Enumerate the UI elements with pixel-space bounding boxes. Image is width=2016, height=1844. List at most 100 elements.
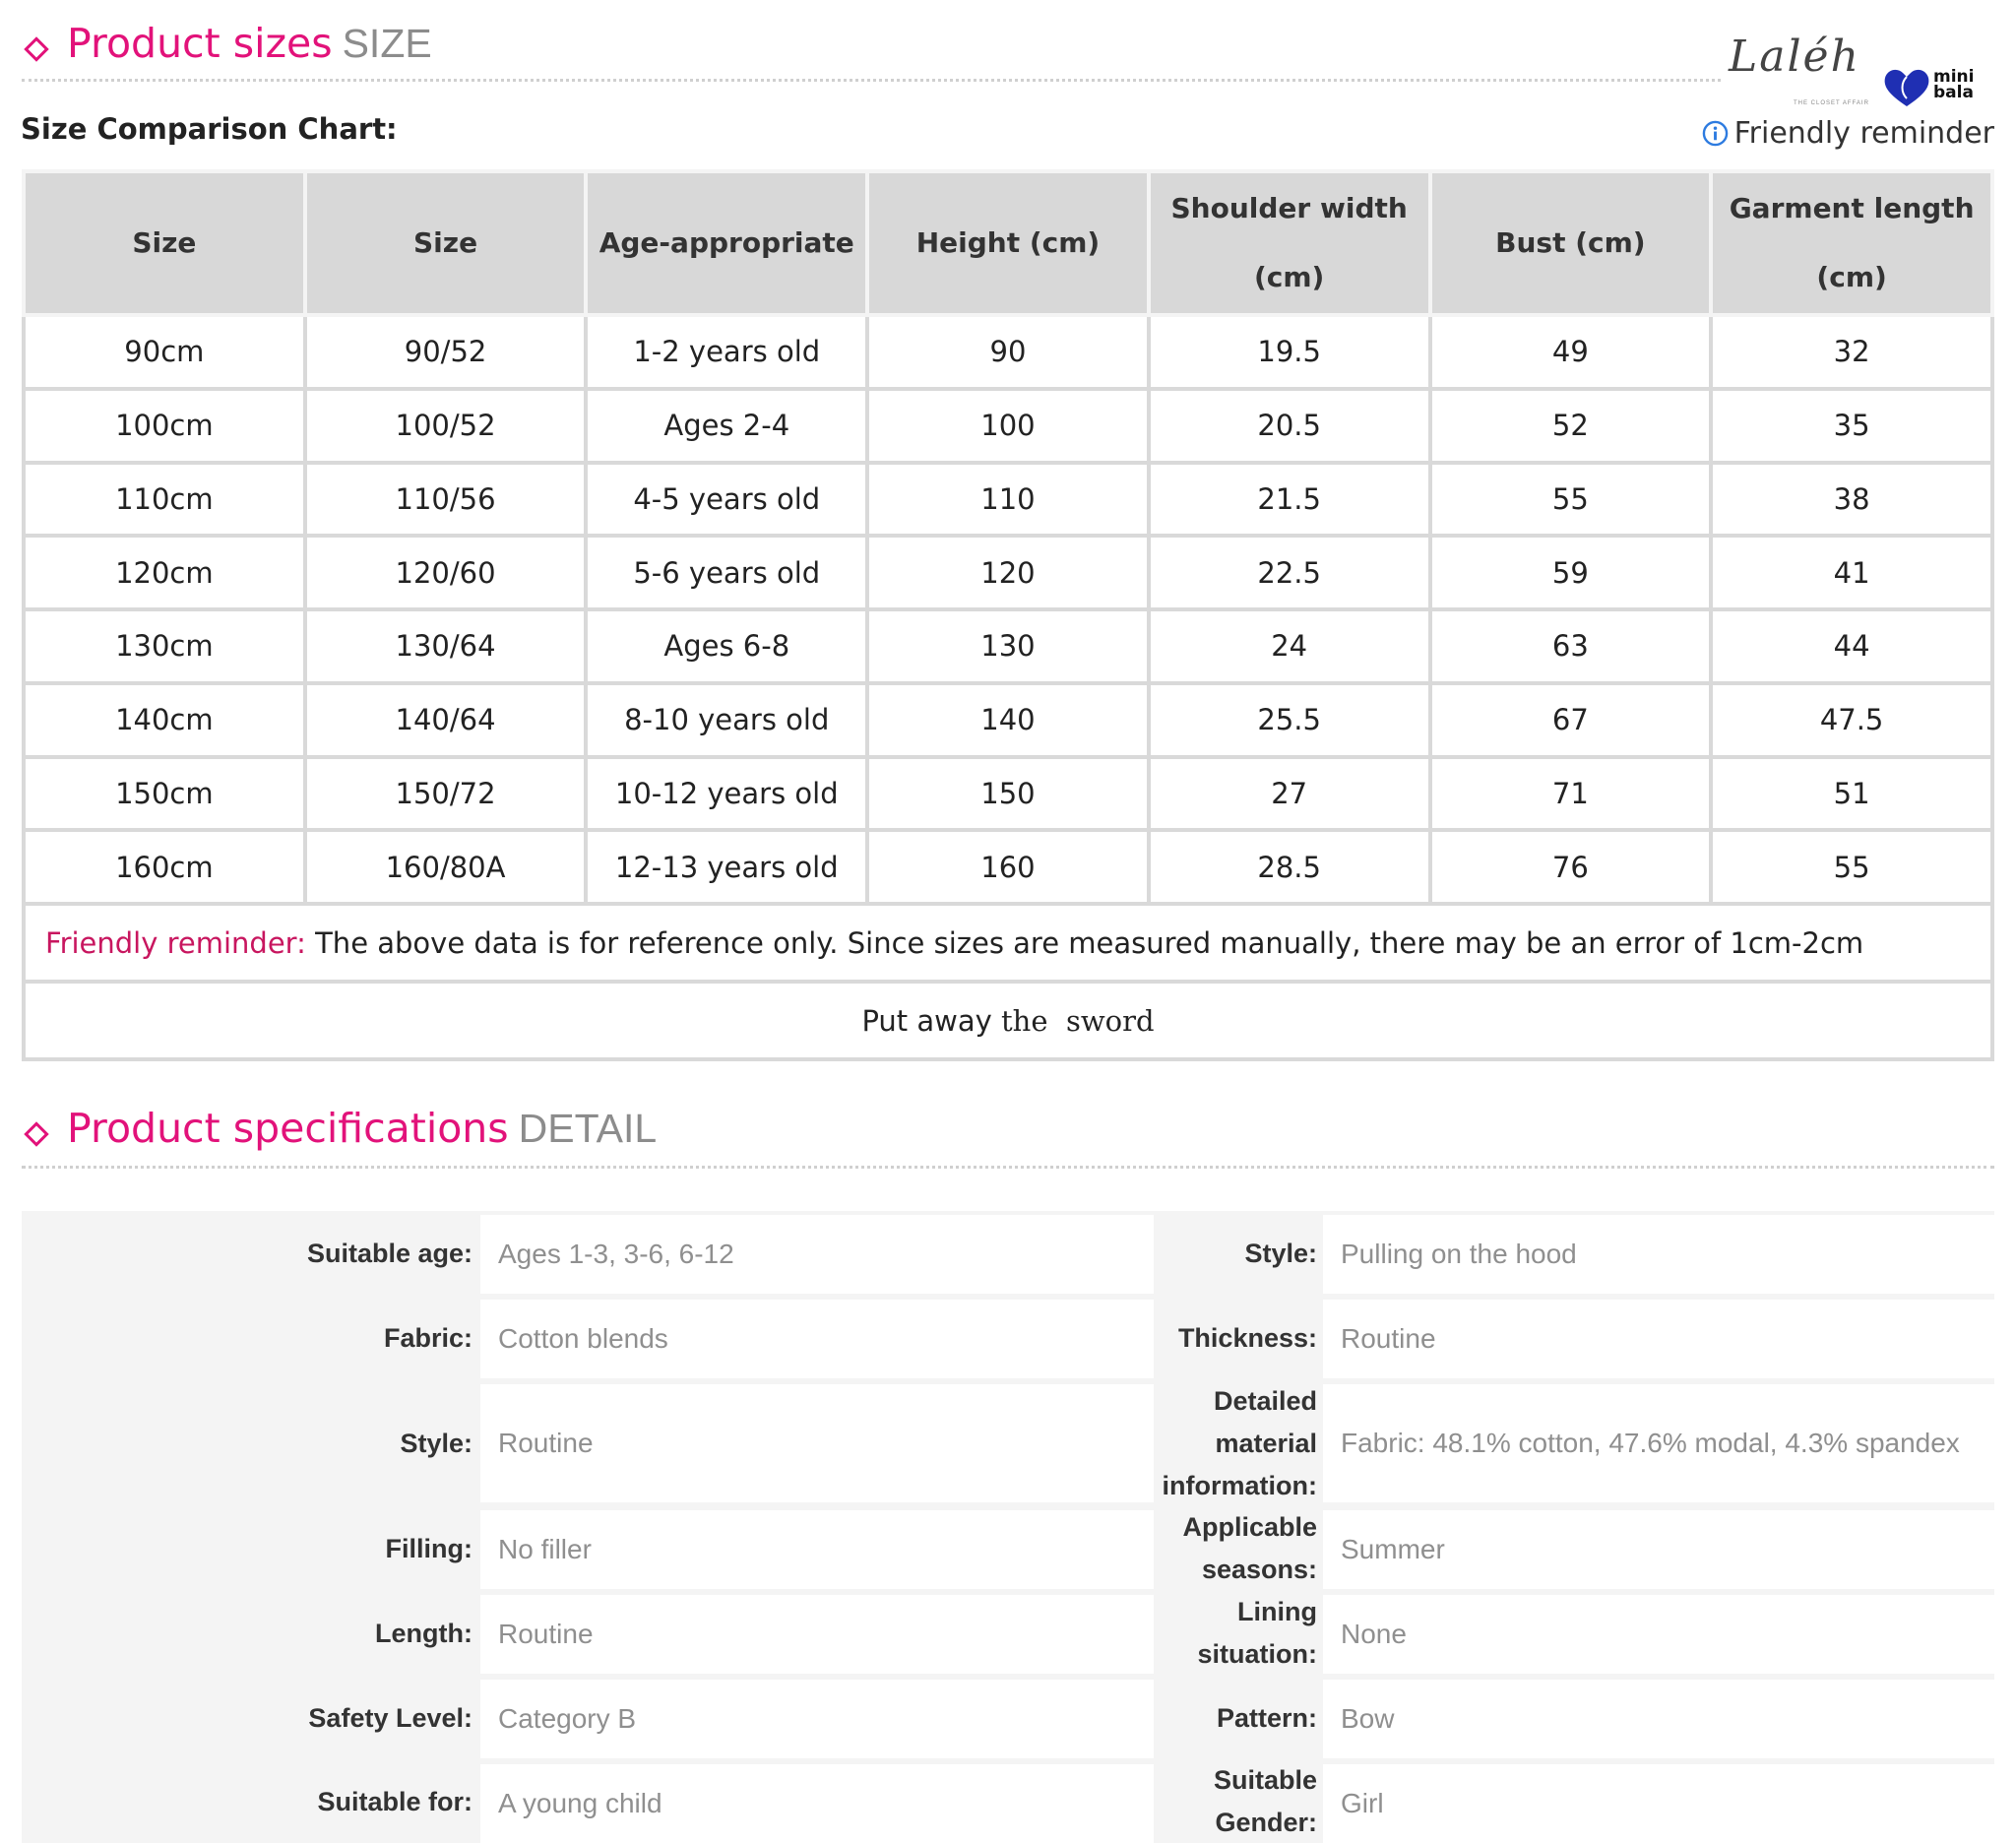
table-cell: 150cm xyxy=(22,754,307,833)
table-cell: 100 xyxy=(865,386,1151,465)
footer-text-b: the sword xyxy=(1001,1003,1155,1038)
table-cell: 71 xyxy=(1427,754,1714,833)
header-size-cm: Size xyxy=(22,169,307,317)
spec-label: Safety Level: xyxy=(308,1702,472,1733)
spec-label: Detailed material information: xyxy=(1162,1385,1317,1500)
table-cell: 130 xyxy=(865,607,1151,685)
header-height: Height (cm) xyxy=(865,169,1151,317)
table-cell: 32 xyxy=(1709,313,1994,391)
spec-value: Ages 1-3, 3-6, 6-12 xyxy=(480,1215,1154,1294)
brand-script: Laléh xyxy=(1729,32,1860,82)
header-age: Age-appropriate xyxy=(584,169,870,317)
spec-section-header: Product specifications DETAIL xyxy=(22,1105,657,1152)
friendly-reminder-link[interactable]: Friendly reminder xyxy=(1702,116,1994,151)
table-cell: 120/60 xyxy=(302,534,589,612)
spec-value: Routine xyxy=(480,1384,1154,1502)
table-cell: 21.5 xyxy=(1146,460,1432,539)
table-cell: 5-6 years old xyxy=(584,534,870,612)
table-cell: 27 xyxy=(1146,754,1432,833)
table-row: 110cm 110/56 4-5 years old 110 21.5 55 3… xyxy=(22,460,1994,539)
spec-value: Girl xyxy=(1323,1764,1994,1843)
table-cell: 47.5 xyxy=(1709,680,1994,759)
spec-title: Product specifications xyxy=(67,1105,509,1152)
brand-mini-text: mini bala xyxy=(1933,67,1975,102)
table-cell: 12-13 years old xyxy=(584,828,870,907)
table-cell: 52 xyxy=(1427,386,1714,465)
table-cell: 38 xyxy=(1709,460,1994,539)
info-icon xyxy=(1702,120,1728,147)
table-cell: 67 xyxy=(1427,680,1714,759)
table-cell: 90/52 xyxy=(302,313,589,391)
spec-value: Fabric: 48.1% cotton, 47.6% modal, 4.3% … xyxy=(1323,1384,1994,1502)
table-row: 140cm 140/64 8-10 years old 140 25.5 67 … xyxy=(22,680,1994,759)
table-cell: 120 xyxy=(865,534,1151,612)
table-row: 150cm 150/72 10-12 years old 150 27 71 5… xyxy=(22,754,1994,833)
table-cell: 160cm xyxy=(22,828,307,907)
spec-value: Cotton blends xyxy=(480,1300,1154,1378)
spec-subtitle: DETAIL xyxy=(518,1106,658,1151)
table-cell: 8-10 years old xyxy=(584,680,870,759)
table-cell: 20.5 xyxy=(1146,386,1432,465)
spec-label: Thickness: xyxy=(1177,1322,1317,1353)
table-cell: 160/80A xyxy=(302,828,589,907)
table-cell: Ages 6-8 xyxy=(584,607,870,685)
table-row: 130cm 130/64 Ages 6-8 130 24 63 44 xyxy=(22,607,1994,685)
table-cell: 55 xyxy=(1427,460,1714,539)
table-cell: 110 xyxy=(865,460,1151,539)
spec-value: Bow xyxy=(1323,1680,1994,1758)
table-cell: 22.5 xyxy=(1146,534,1432,612)
table-cell: 19.5 xyxy=(1146,313,1432,391)
table-cell: 150 xyxy=(865,754,1151,833)
table-cell: 90 xyxy=(865,313,1151,391)
spec-label: Style: xyxy=(1244,1238,1317,1268)
spec-label: Filling: xyxy=(385,1533,472,1563)
diamond-icon xyxy=(24,1121,49,1147)
heart-logo-icon xyxy=(1884,69,1929,106)
table-cell: 44 xyxy=(1709,607,1994,685)
size-note: Friendly reminder: The above data is for… xyxy=(22,902,1994,984)
table-row: 120cm 120/60 5-6 years old 120 22.5 59 4… xyxy=(22,534,1994,612)
spec-value: No filler xyxy=(480,1510,1154,1589)
table-cell: 24 xyxy=(1146,607,1432,685)
header-size-code: Size xyxy=(302,169,589,317)
table-cell: 130cm xyxy=(22,607,307,685)
table-cell: 90cm xyxy=(22,313,307,391)
sizes-section-header: Product sizes SIZE xyxy=(22,20,432,67)
spec-value: Category B xyxy=(480,1680,1154,1758)
table-row: 160cm 160/80A 12-13 years old 160 28.5 7… xyxy=(22,828,1994,907)
divider xyxy=(22,1166,1994,1169)
spec-label: Suitable for: xyxy=(317,1786,472,1816)
spec-value: A young child xyxy=(480,1764,1154,1843)
spec-value: None xyxy=(1323,1595,1994,1674)
table-cell: 100/52 xyxy=(302,386,589,465)
table-cell: 140 xyxy=(865,680,1151,759)
spec-label: Applicable seasons: xyxy=(1182,1512,1317,1584)
table-cell: 76 xyxy=(1427,828,1714,907)
table-cell: 55 xyxy=(1709,828,1994,907)
header-bust: Bust (cm) xyxy=(1427,169,1714,317)
table-cell: 110/56 xyxy=(302,460,589,539)
table-cell: 63 xyxy=(1427,607,1714,685)
spec-label: Lining situation: xyxy=(1197,1597,1318,1669)
footer-text-a: Put away xyxy=(861,1003,992,1038)
header-shoulder-width: Shoulder width (cm) xyxy=(1146,169,1432,317)
table-cell: 10-12 years old xyxy=(584,754,870,833)
spec-label: Suitable age: xyxy=(306,1238,472,1268)
spec-label: Length: xyxy=(375,1618,472,1648)
spec-label: Pattern: xyxy=(1216,1702,1317,1733)
table-cell: 140/64 xyxy=(302,680,589,759)
table-footer: Put away the sword xyxy=(22,980,1994,1061)
table-cell: 160 xyxy=(865,828,1151,907)
table-cell: 1-2 years old xyxy=(584,313,870,391)
table-cell: 120cm xyxy=(22,534,307,612)
table-cell: 4-5 years old xyxy=(584,460,870,539)
spec-table: Suitable age: Ages 1-3, 3-6, 6-12 Style:… xyxy=(22,1211,1994,1843)
table-cell: 25.5 xyxy=(1146,680,1432,759)
table-cell: 150/72 xyxy=(302,754,589,833)
brand-tagline: THE CLOSET AFFAIR xyxy=(1794,100,1869,106)
header-garment-length: Garment length (cm) xyxy=(1709,169,1994,317)
table-cell: 49 xyxy=(1427,313,1714,391)
brand-logo: Laléh THE CLOSET AFFAIR mini bala xyxy=(1729,32,1994,110)
friendly-reminder-label: Friendly reminder xyxy=(1733,116,1994,151)
sizes-subtitle: SIZE xyxy=(342,21,432,66)
